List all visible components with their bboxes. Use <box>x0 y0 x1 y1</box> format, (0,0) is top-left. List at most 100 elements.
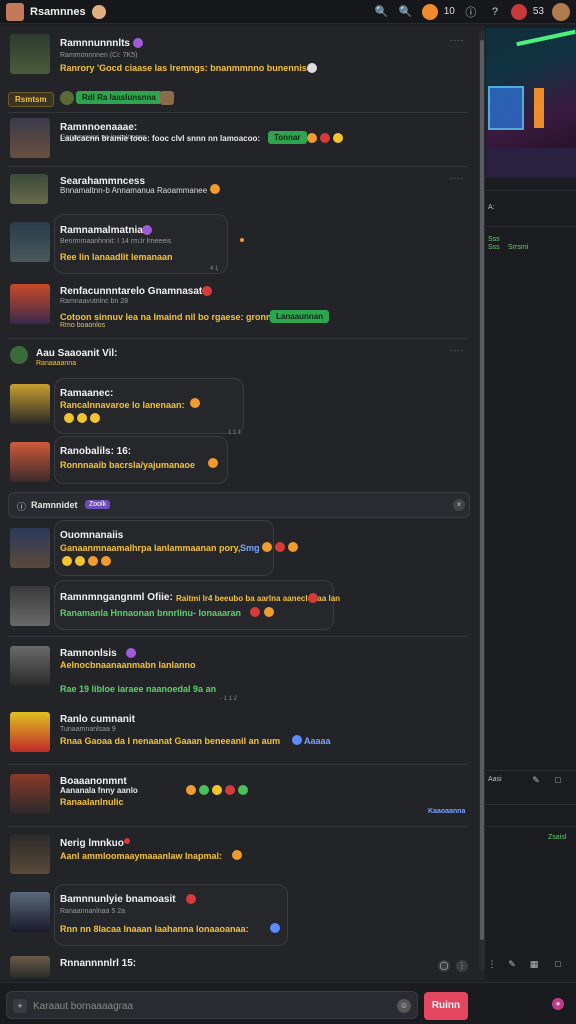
green-banner[interactable]: Rdl Ra laaslunsnna <box>76 91 162 104</box>
message-input[interactable] <box>33 997 393 1015</box>
avatar[interactable] <box>10 34 50 74</box>
more-icon[interactable]: ⋮ <box>456 960 468 972</box>
emoji-icon <box>88 556 98 566</box>
message-meta: Aananala fnny aanlo <box>60 786 138 795</box>
message-author[interactable]: Ramnonlsis <box>60 648 117 659</box>
message-author[interactable]: Nerig lmnkuo <box>60 838 124 849</box>
message-author[interactable]: Renfacunnntarelo Gnamnasat <box>60 286 202 297</box>
avatar[interactable] <box>10 646 50 686</box>
emoji-icon <box>199 785 209 795</box>
channel-icon[interactable] <box>91 4 106 19</box>
search-icon[interactable]: 🔍 <box>374 4 390 20</box>
avatar[interactable] <box>10 712 50 752</box>
divider <box>486 804 576 805</box>
message-author[interactable]: Ramaanec: <box>60 388 113 399</box>
panel-label: A: <box>488 204 495 211</box>
message-author[interactable]: Ramnamalmatnia: <box>60 225 146 236</box>
message-time: - - - - <box>450 38 463 44</box>
emoji-icon <box>77 413 87 423</box>
emoji-icon <box>307 133 317 143</box>
message-time: - - - - <box>450 176 463 182</box>
message-author[interactable]: Rnnannnnlrl 15: <box>60 958 136 969</box>
message-meta: Benrmmaanhnnit: I 14 rm:lr lrneeeis <box>60 238 172 245</box>
message-author[interactable]: Ouomnanaiis <box>60 530 123 541</box>
user-avatar[interactable] <box>552 2 570 21</box>
panel-green-text: Sss <box>488 244 500 251</box>
settings-icon[interactable]: ⋮ <box>486 958 498 970</box>
close-icon[interactable]: × <box>453 499 465 511</box>
info-icon: ⓘ <box>17 502 27 512</box>
emoji-icon <box>225 785 235 795</box>
tag-badge[interactable]: Lanaaunnan <box>270 310 330 323</box>
emoji-icon <box>75 556 85 566</box>
avatar[interactable] <box>10 774 50 814</box>
send-button[interactable]: Ruinn <box>424 992 468 1020</box>
notice-pill[interactable]: Zoolk <box>85 500 111 509</box>
message-text: Ronnnaaib bacrsla/yajumanaoe <box>60 460 196 470</box>
avatar[interactable] <box>10 222 50 262</box>
profile-badge-icon[interactable] <box>421 3 438 20</box>
notice-bar[interactable]: ⓘ Ramnnidet Zoolk × <box>8 492 470 518</box>
avatar[interactable] <box>10 528 50 568</box>
message-text: Ranaalanlnulic <box>60 797 124 807</box>
message-meta: Rammonnnnen (Ci: 7K5) <box>60 52 138 59</box>
message-meta: Ranaannanlnaa 5 2a <box>60 908 126 915</box>
avatar[interactable] <box>10 118 50 158</box>
avatar[interactable] <box>10 442 50 482</box>
message-input-wrapper[interactable]: + ☺ <box>6 991 418 1019</box>
avatar[interactable] <box>10 586 50 626</box>
message-text: Ganaanmnaamalhrpa lanlammaanan pory, <box>60 543 241 553</box>
popout-icon[interactable]: □ <box>552 774 564 786</box>
emoji-icon <box>250 607 260 617</box>
message-time: 1 1 1 <box>228 430 242 436</box>
popout-icon[interactable]: □ <box>552 958 564 970</box>
heart-icon <box>202 286 212 296</box>
message-author[interactable]: Ramnnunnnlts <box>60 38 130 49</box>
panel-green-text: Zsaisl <box>548 834 567 841</box>
edit-icon[interactable]: ✎ <box>506 958 518 970</box>
user-avatar-small[interactable] <box>510 3 527 20</box>
edit-icon[interactable]: ✎ <box>530 774 542 786</box>
message-footer: Kaaoaanna <box>428 808 466 815</box>
emoji-icon <box>288 542 298 552</box>
message-text: Rnn nn 8lacaa lnaaan laahanna lonaaoanaa… <box>60 924 249 934</box>
avatar[interactable] <box>10 174 48 204</box>
grid-icon[interactable]: ▦ <box>528 958 540 970</box>
message-author[interactable]: Bamnnunlyie bnamoasit <box>60 894 176 905</box>
stream-thumbnail[interactable] <box>486 28 576 178</box>
message-meta-2: Rmo boaonlos <box>60 322 106 329</box>
attach-icon[interactable]: + <box>13 999 27 1013</box>
emoji-picker-icon[interactable]: ☺ <box>397 999 411 1013</box>
scrollbar-thumb[interactable] <box>480 40 484 940</box>
avatar[interactable] <box>10 384 50 424</box>
question-icon[interactable]: ? <box>487 4 503 20</box>
message-time: - 1 1 2 <box>220 696 238 702</box>
channel-avatar[interactable] <box>6 2 24 21</box>
help-icon[interactable]: ⓘ <box>463 4 479 20</box>
avatar[interactable] <box>10 892 50 932</box>
avatar[interactable] <box>10 346 28 364</box>
heart-icon <box>133 38 143 48</box>
emoji-icon <box>62 556 72 566</box>
avatar[interactable] <box>10 284 50 324</box>
search-icon-2[interactable]: 🔍 <box>398 4 414 20</box>
message-author[interactable]: Ramnmngangnml Ofiie: <box>60 592 173 603</box>
count-text-2: 53 <box>532 6 544 17</box>
avatar[interactable] <box>10 834 50 874</box>
notifications-icon[interactable]: ● <box>552 998 564 1010</box>
message-author[interactable]: Aau Saaoanit Vil: <box>36 348 118 359</box>
reaction-icon[interactable]: ◯ <box>438 960 450 972</box>
avatar[interactable] <box>10 956 50 978</box>
message-author[interactable]: Ramnnoenaaae: <box>60 122 137 133</box>
divider <box>8 826 468 827</box>
message-time: - - - - <box>450 348 463 354</box>
message-text: Rnaa Gaoaa da I nenaanat Gaaan beneeanil… <box>60 736 281 746</box>
role-badge[interactable]: Rsmtsm <box>8 92 54 107</box>
emoji-icon <box>262 542 272 552</box>
tag-badge[interactable]: Tonnar <box>268 131 307 144</box>
message-text: Ree lin lanaadlit lemanaan <box>60 252 173 262</box>
message-author[interactable]: Ranobalils: 16: <box>60 446 131 457</box>
message-author[interactable]: Ranlo cumnanit <box>60 714 135 725</box>
emoji-icon <box>90 413 100 423</box>
emoji-icon <box>275 542 285 552</box>
